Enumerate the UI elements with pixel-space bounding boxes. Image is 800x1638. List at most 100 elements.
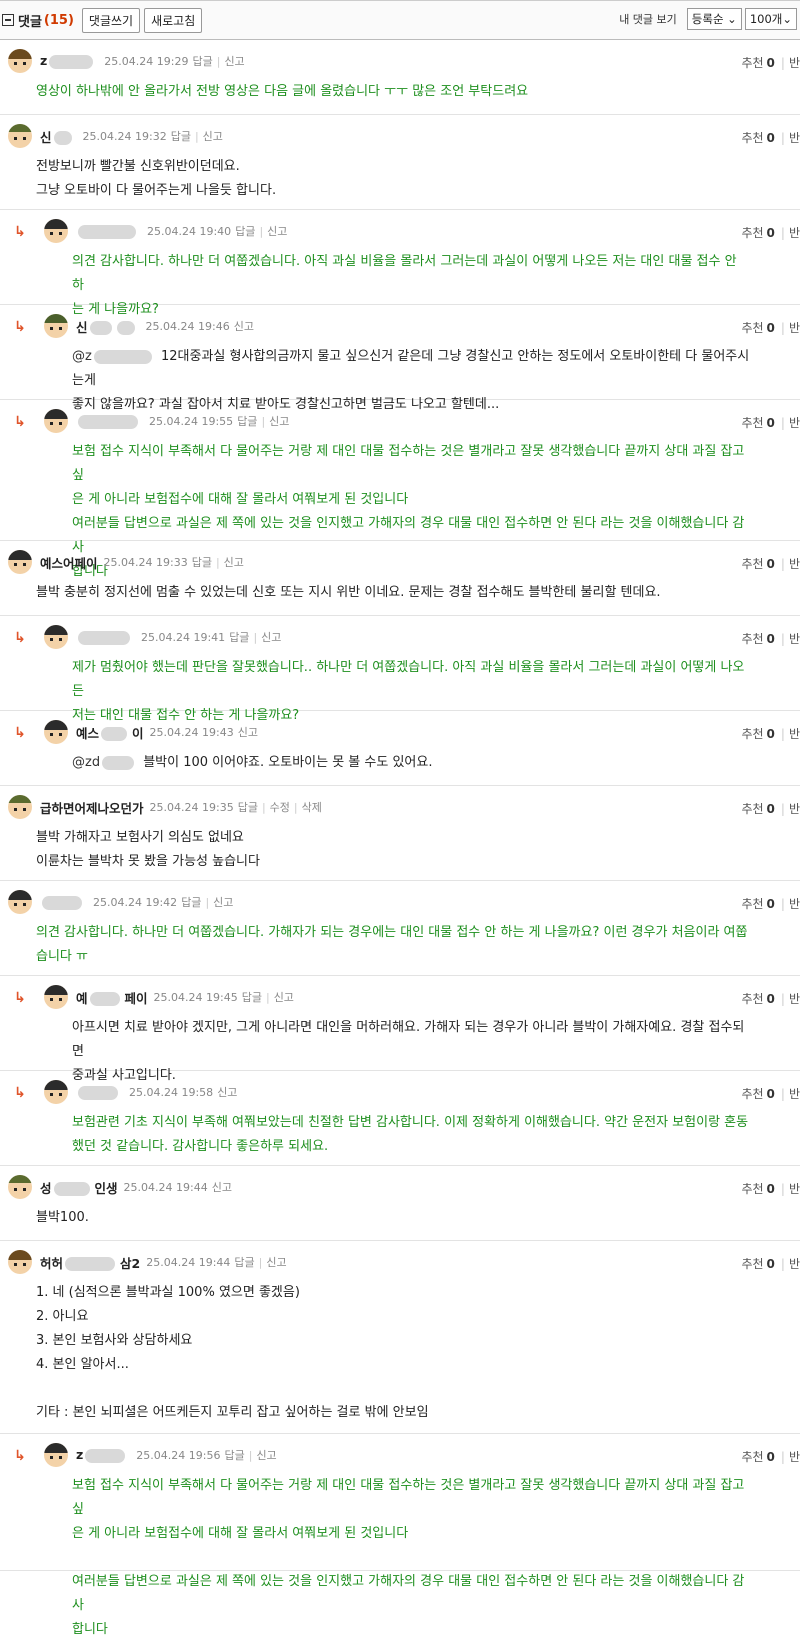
avatar[interactable] — [44, 985, 68, 1009]
comment-action-link[interactable]: 신고 — [217, 1084, 237, 1100]
comment-action-link[interactable]: 삭제 — [302, 799, 322, 815]
comment-action-link[interactable]: 신고 — [267, 223, 287, 239]
recommend-label[interactable]: 추천 — [741, 1450, 763, 1464]
reply-cut-label[interactable]: 반 — [789, 1257, 800, 1271]
comment-action-link[interactable]: 답글 — [192, 554, 212, 570]
recommend-divider: | — [780, 1257, 785, 1271]
comment-nickname[interactable]: 예스어페이 — [40, 553, 98, 572]
comment-action-link[interactable]: 답글 — [192, 53, 212, 69]
recommend-label[interactable]: 추천 — [741, 727, 763, 741]
comment-nickname[interactable]: 신 — [76, 317, 140, 336]
recommend-label[interactable]: 추천 — [741, 1087, 763, 1101]
avatar[interactable] — [44, 720, 68, 744]
reply-cut-label[interactable]: 반 — [789, 1450, 800, 1464]
avatar[interactable] — [8, 124, 32, 148]
comment-nickname[interactable]: 예스 이 — [76, 723, 144, 742]
recommend-label[interactable]: 추천 — [741, 992, 763, 1006]
comment-nickname[interactable]: 급하면어제나오던가 — [40, 798, 144, 817]
comment-action-link[interactable]: 신고 — [224, 554, 244, 570]
comment-action-link[interactable]: 신고 — [212, 1179, 232, 1195]
reply-cut-label[interactable]: 반 — [789, 992, 800, 1006]
mention[interactable]: @z — [72, 349, 92, 364]
comment-nickname[interactable]: 예 페이 — [76, 988, 148, 1007]
comment-action-link[interactable]: 답글 — [181, 894, 201, 910]
comment-nickname[interactable]: 신 — [40, 127, 77, 146]
comment-nickname[interactable]: z — [76, 1447, 130, 1463]
recommend-label[interactable]: 추천 — [741, 226, 763, 240]
recommend-label[interactable]: 추천 — [741, 557, 763, 571]
comment-nickname[interactable] — [76, 223, 141, 239]
avatar[interactable] — [44, 409, 68, 433]
refresh-button[interactable]: 새로고침 — [144, 7, 203, 33]
comment-action-link[interactable]: 신고 — [266, 1254, 286, 1270]
comment-action-link[interactable]: 신고 — [238, 724, 258, 740]
comment-action-link[interactable]: 신고 — [213, 894, 233, 910]
reply-cut-label[interactable]: 반 — [789, 131, 800, 145]
comment-nickname[interactable] — [76, 1084, 123, 1100]
recommend-label[interactable]: 추천 — [741, 131, 763, 145]
avatar[interactable] — [44, 1080, 68, 1104]
recommend-label[interactable]: 추천 — [741, 632, 763, 646]
avatar[interactable] — [44, 1443, 68, 1467]
comment-action-link[interactable]: 신고 — [234, 318, 254, 334]
reply-cut-label[interactable]: 반 — [789, 226, 800, 240]
avatar[interactable] — [8, 795, 32, 819]
comment-action-link[interactable]: 신고 — [203, 128, 223, 144]
reply-cut-label[interactable]: 반 — [789, 416, 800, 430]
comment-action-link[interactable]: 답글 — [224, 1447, 244, 1463]
comment-nickname[interactable]: 허허 삼2 — [40, 1253, 140, 1272]
reply-cut-label[interactable]: 반 — [789, 557, 800, 571]
reply-cut-label[interactable]: 반 — [789, 321, 800, 335]
collapse-icon[interactable] — [2, 14, 14, 26]
recommend-label[interactable]: 추천 — [741, 1257, 763, 1271]
recommend-label[interactable]: 추천 — [741, 802, 763, 816]
per-page-select[interactable]: 100개⌄ — [744, 8, 797, 30]
reply-cut-label[interactable]: 반 — [789, 1087, 800, 1101]
comment-action-link[interactable]: 답글 — [237, 413, 257, 429]
comment-nickname[interactable] — [76, 629, 135, 645]
avatar[interactable] — [8, 1175, 32, 1199]
comment-action-link[interactable]: 신고 — [274, 989, 294, 1005]
comment-action-link[interactable]: 답글 — [234, 1254, 254, 1270]
comment-nickname[interactable] — [40, 894, 87, 910]
avatar[interactable] — [44, 314, 68, 338]
comment-action-link[interactable]: 답글 — [238, 799, 258, 815]
comment-title[interactable]: 댓글 (15) — [2, 11, 74, 30]
avatar[interactable] — [44, 219, 68, 243]
sort-select[interactable]: 등록순 ⌄ — [686, 8, 742, 30]
reply-cut-label[interactable]: 반 — [789, 1182, 800, 1196]
comment-action-link[interactable]: 신고 — [261, 629, 281, 645]
comment-action-link[interactable]: 답글 — [229, 629, 249, 645]
mention[interactable]: @zd — [72, 755, 100, 770]
comment-action-link[interactable]: 답글 — [242, 989, 262, 1005]
comment-action-link[interactable]: 신고 — [224, 53, 244, 69]
recommend-label[interactable]: 추천 — [741, 416, 763, 430]
per-page-value: 100개 — [749, 12, 783, 26]
comment-action-link[interactable]: 답글 — [171, 128, 191, 144]
comment-action-link[interactable]: 신고 — [256, 1447, 276, 1463]
reply-cut-label[interactable]: 반 — [789, 56, 800, 70]
avatar[interactable] — [8, 49, 32, 73]
reply-cut-label[interactable]: 반 — [789, 727, 800, 741]
comment-body: @zd 블박이 100 이어야죠. 오토바이는 못 볼 수도 있어요. — [36, 745, 800, 785]
recommend-label[interactable]: 추천 — [741, 321, 763, 335]
recommend-label[interactable]: 추천 — [741, 56, 763, 70]
avatar[interactable] — [8, 1250, 32, 1274]
avatar[interactable] — [8, 890, 32, 914]
avatar[interactable] — [8, 550, 32, 574]
avatar[interactable] — [44, 625, 68, 649]
comment-action-link[interactable]: 수정 — [270, 799, 290, 815]
recommend-label[interactable]: 추천 — [741, 1182, 763, 1196]
comment-action-link[interactable]: 답글 — [235, 223, 255, 239]
comment-toolbar: 댓글 (15) 댓글쓰기 새로고침 내 댓글 보기 등록순 ⌄ 100개⌄ — [0, 0, 800, 40]
reply-cut-label[interactable]: 반 — [789, 897, 800, 911]
comment-nickname[interactable]: z — [40, 53, 98, 69]
my-comments-link[interactable]: 내 댓글 보기 — [619, 11, 677, 27]
reply-cut-label[interactable]: 반 — [789, 802, 800, 816]
comment-nickname[interactable]: 성 인생 — [40, 1178, 118, 1197]
comment-nickname[interactable] — [76, 413, 143, 429]
comment-action-link[interactable]: 신고 — [269, 413, 289, 429]
reply-cut-label[interactable]: 반 — [789, 632, 800, 646]
recommend-label[interactable]: 추천 — [741, 897, 763, 911]
write-comment-button[interactable]: 댓글쓰기 — [81, 7, 141, 33]
